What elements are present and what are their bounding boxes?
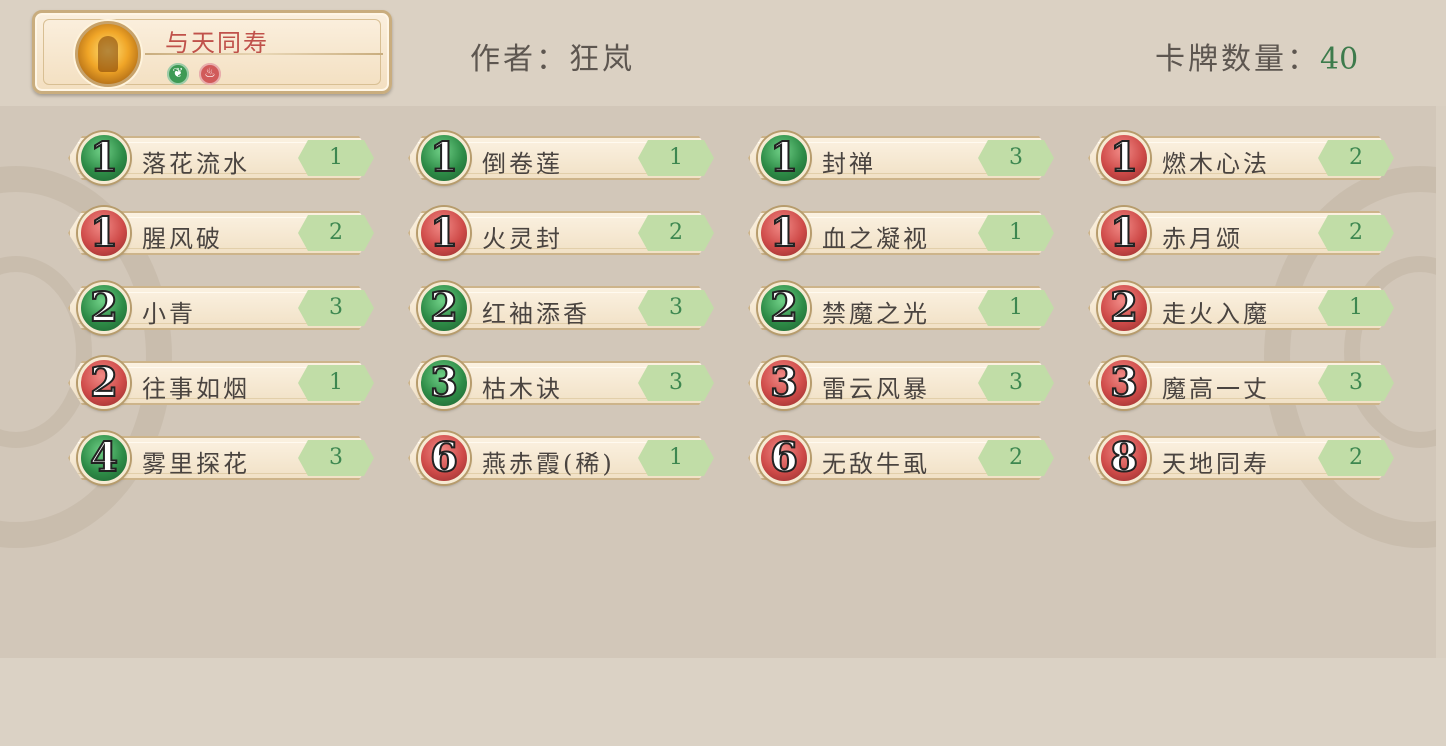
- card-quantity: 2: [638, 215, 714, 251]
- card-entry[interactable]: 1 落花流水 1: [60, 132, 375, 184]
- divider: [145, 53, 383, 55]
- deck-avatar: [75, 21, 141, 87]
- card-entry[interactable]: 1 火灵封 2: [400, 207, 715, 259]
- card-entry[interactable]: 4 雾里探花 3: [60, 432, 375, 484]
- card-name: 封禅: [822, 150, 876, 178]
- card-cost-badge: 2: [78, 282, 130, 334]
- card-quantity: 1: [638, 140, 714, 176]
- card-name: 雷云风暴: [822, 375, 930, 403]
- card-name: 禁魔之光: [822, 300, 930, 328]
- card-entry[interactable]: 3 雷云风暴 3: [740, 357, 1055, 409]
- card-cost-badge: 4: [78, 432, 130, 484]
- card-quantity: 2: [1318, 140, 1394, 176]
- card-entry[interactable]: 1 血之凝视 1: [740, 207, 1055, 259]
- card-name: 走火入魔: [1162, 300, 1270, 328]
- card-quantity: 2: [298, 215, 374, 251]
- card-name: 血之凝视: [822, 225, 930, 253]
- card-entry[interactable]: 6 燕赤霞(稀) 1: [400, 432, 715, 484]
- header-bar: 与天同寿 ❦ ♨ 作者：狂岚 卡牌数量：40: [0, 0, 1446, 106]
- card-entry[interactable]: 1 腥风破 2: [60, 207, 375, 259]
- card-entry[interactable]: 6 无敌牛虱 2: [740, 432, 1055, 484]
- card-entry[interactable]: 8 天地同寿 2: [1080, 432, 1395, 484]
- card-name: 燃木心法: [1162, 150, 1270, 178]
- card-cost-badge: 1: [1098, 132, 1150, 184]
- card-name: 红袖添香: [482, 300, 590, 328]
- card-quantity: 3: [978, 140, 1054, 176]
- card-entry[interactable]: 1 倒卷莲 1: [400, 132, 715, 184]
- card-cost-badge: 1: [418, 132, 470, 184]
- card-name: 枯木诀: [482, 375, 563, 403]
- card-entry[interactable]: 2 小青 3: [60, 282, 375, 334]
- card-name: 天地同寿: [1162, 450, 1270, 478]
- card-cost-badge: 8: [1098, 432, 1150, 484]
- card-cost-badge: 1: [758, 207, 810, 259]
- card-quantity: 1: [1318, 290, 1394, 326]
- card-name: 倒卷莲: [482, 150, 563, 178]
- card-quantity: 3: [1318, 365, 1394, 401]
- card-count: 卡牌数量：40: [1155, 34, 1358, 78]
- card-quantity: 1: [298, 140, 374, 176]
- card-quantity: 3: [298, 440, 374, 476]
- card-name: 腥风破: [142, 225, 223, 253]
- card-cost-badge: 3: [758, 357, 810, 409]
- card-cost-badge: 3: [1098, 357, 1150, 409]
- card-name: 小青: [142, 300, 196, 328]
- card-entry[interactable]: 1 燃木心法 2: [1080, 132, 1395, 184]
- card-cost-badge: 1: [78, 132, 130, 184]
- card-quantity: 1: [978, 290, 1054, 326]
- card-cost-badge: 2: [418, 282, 470, 334]
- card-cost-badge: 6: [758, 432, 810, 484]
- card-cost-badge: 6: [418, 432, 470, 484]
- wood-element-icon: ❦: [167, 63, 189, 85]
- author-label: 作者：狂岚: [470, 42, 635, 77]
- card-cost-badge: 3: [418, 357, 470, 409]
- card-quantity: 1: [638, 440, 714, 476]
- card-name: 往事如烟: [142, 375, 250, 403]
- card-entry[interactable]: 2 禁魔之光 1: [740, 282, 1055, 334]
- card-cost-badge: 1: [78, 207, 130, 259]
- card-quantity: 3: [298, 290, 374, 326]
- card-grid: 1 落花流水 1 1 倒卷莲 1 1 封禅 3 1 燃木心法 2 1 腥风破 2 1 火灵封 2 1 血之凝视 1 1 赤月…: [60, 132, 1400, 494]
- card-quantity: 2: [1318, 215, 1394, 251]
- card-entry[interactable]: 2 往事如烟 1: [60, 357, 375, 409]
- card-name: 落花流水: [142, 150, 250, 178]
- card-cost-badge: 2: [78, 357, 130, 409]
- card-quantity: 2: [1318, 440, 1394, 476]
- card-quantity: 3: [638, 290, 714, 326]
- card-count-value: 40: [1320, 42, 1359, 77]
- card-entry[interactable]: 1 封禅 3: [740, 132, 1055, 184]
- card-name: 无敌牛虱: [822, 450, 930, 478]
- card-quantity: 3: [638, 365, 714, 401]
- card-entry[interactable]: 2 走火入魔 1: [1080, 282, 1395, 334]
- card-name: 雾里探花: [142, 450, 250, 478]
- card-quantity: 3: [978, 365, 1054, 401]
- card-count-label: 卡牌数量：: [1155, 42, 1320, 77]
- card-cost-badge: 2: [758, 282, 810, 334]
- deck-title-plate[interactable]: 与天同寿 ❦ ♨: [32, 10, 392, 94]
- card-cost-badge: 1: [418, 207, 470, 259]
- card-entry[interactable]: 2 红袖添香 3: [400, 282, 715, 334]
- card-quantity: 2: [978, 440, 1054, 476]
- card-quantity: 1: [978, 215, 1054, 251]
- card-name: 魔高一丈: [1162, 375, 1270, 403]
- card-cost-badge: 2: [1098, 282, 1150, 334]
- fire-element-icon: ♨: [199, 63, 221, 85]
- card-cost-badge: 1: [758, 132, 810, 184]
- card-name: 燕赤霞(稀): [482, 450, 615, 478]
- card-entry[interactable]: 3 枯木诀 3: [400, 357, 715, 409]
- card-quantity: 1: [298, 365, 374, 401]
- card-name: 火灵封: [482, 225, 563, 253]
- card-cost-badge: 1: [1098, 207, 1150, 259]
- bottom-bar: [0, 658, 1446, 746]
- card-name: 赤月颂: [1162, 225, 1243, 253]
- card-entry[interactable]: 3 魔高一丈 3: [1080, 357, 1395, 409]
- card-entry[interactable]: 1 赤月颂 2: [1080, 207, 1395, 259]
- meditating-figure-icon: [98, 36, 118, 72]
